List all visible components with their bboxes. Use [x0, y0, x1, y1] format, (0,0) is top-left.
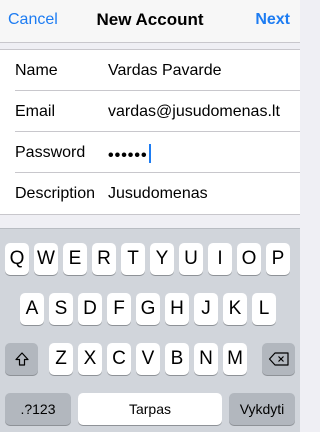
text-cursor [148, 144, 151, 163]
password-row[interactable]: Password •••••• [0, 132, 300, 173]
description-row[interactable]: Description Jusudomenas [0, 173, 300, 214]
key-d[interactable]: D [78, 293, 102, 325]
key-z[interactable]: Z [49, 343, 73, 375]
key-o[interactable]: O [237, 243, 261, 275]
password-dots: •••••• [108, 147, 148, 164]
shift-key[interactable] [5, 343, 38, 375]
key-i[interactable]: I [208, 243, 232, 275]
key-l[interactable]: L [252, 293, 276, 325]
navigation-bar: Cancel New Account Next [0, 0, 300, 43]
key-t[interactable]: T [121, 243, 145, 275]
key-c[interactable]: C [107, 343, 131, 375]
key-e[interactable]: E [63, 243, 87, 275]
email-field[interactable]: vardas@jusudomenas.lt [108, 103, 280, 121]
key-w[interactable]: W [34, 243, 58, 275]
key-b[interactable]: B [165, 343, 189, 375]
next-button[interactable]: Next [255, 11, 290, 29]
key-u[interactable]: U [179, 243, 203, 275]
description-label: Description [15, 185, 96, 202]
description-field[interactable]: Jusudomenas [108, 185, 208, 203]
delete-key[interactable] [262, 343, 295, 375]
key-v[interactable]: V [136, 343, 160, 375]
key-g[interactable]: G [136, 293, 160, 325]
email-row[interactable]: Email vardas@jusudomenas.lt [0, 91, 300, 132]
key-j[interactable]: J [194, 293, 218, 325]
key-y[interactable]: Y [150, 243, 174, 275]
key-k[interactable]: K [223, 293, 247, 325]
key-q[interactable]: Q [5, 243, 29, 275]
key-h[interactable]: H [165, 293, 189, 325]
password-field[interactable]: •••••• [108, 144, 151, 165]
password-label: Password [15, 144, 86, 161]
name-field[interactable]: Vardas Pavarde [108, 62, 222, 80]
keyboard: Q W E R T Y U I O P A S D F G H J K L Z … [0, 228, 300, 432]
account-form: Name Vardas Pavarde Email vardas@jusudom… [0, 49, 300, 215]
email-label: Email [15, 103, 56, 120]
key-x[interactable]: X [78, 343, 102, 375]
done-key[interactable]: Vykdyti [229, 393, 295, 425]
name-label: Name [15, 62, 58, 79]
key-m[interactable]: M [223, 343, 247, 375]
numbers-key[interactable]: .?123 [5, 393, 71, 425]
delete-icon [268, 352, 289, 366]
space-key[interactable]: Tarpas [78, 393, 222, 425]
key-n[interactable]: N [194, 343, 218, 375]
key-r[interactable]: R [92, 243, 116, 275]
key-a[interactable]: A [20, 293, 44, 325]
shift-icon [14, 352, 29, 366]
name-row[interactable]: Name Vardas Pavarde [0, 50, 300, 91]
key-s[interactable]: S [49, 293, 73, 325]
key-f[interactable]: F [107, 293, 131, 325]
key-p[interactable]: P [266, 243, 290, 275]
